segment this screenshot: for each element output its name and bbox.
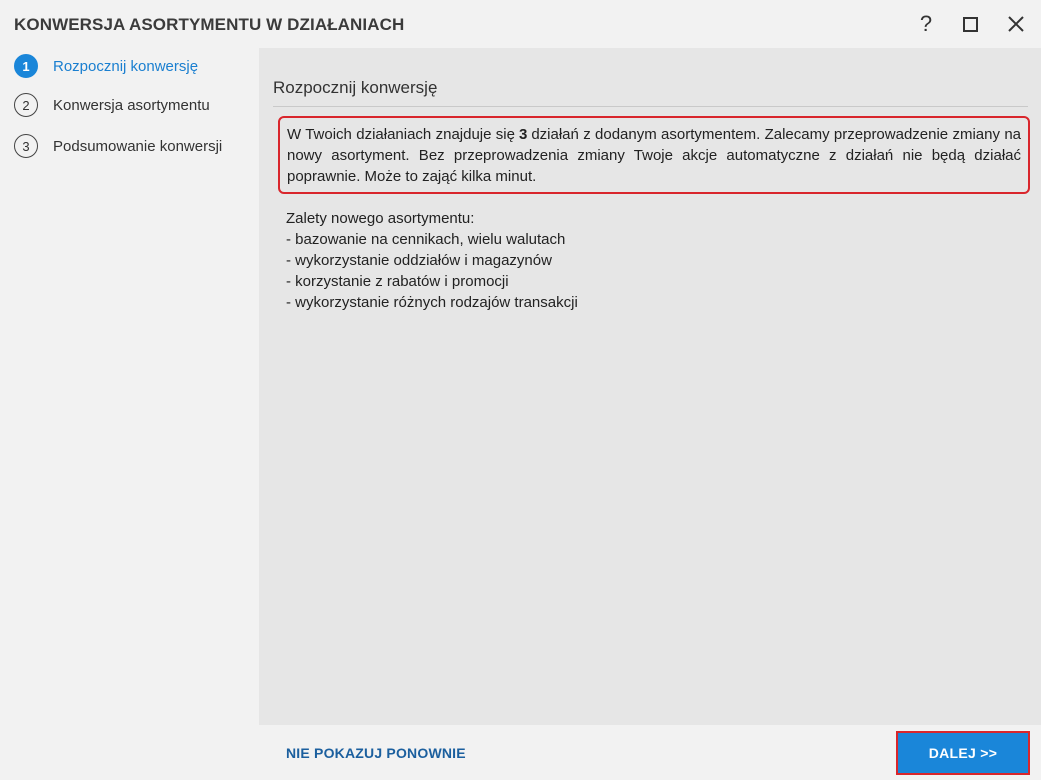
wizard-steps: 1 Rozpocznij konwersję 2 Konwersja asort…	[0, 48, 259, 728]
content-panel: Rozpocznij konwersję W Twoich działaniac…	[259, 48, 1041, 725]
step-number-badge: 1	[14, 54, 38, 78]
step-label: Konwersja asortymentu	[53, 96, 210, 114]
conversion-notice: W Twoich działaniach znajduje się 3 działa…	[278, 116, 1030, 194]
step-start-conversion[interactable]: 1 Rozpocznij konwersję	[14, 53, 198, 79]
dont-show-again-link[interactable]: NIE POKAZUJ PONOWNIE	[286, 745, 466, 761]
step-label: Podsumowanie konwersji	[53, 137, 223, 155]
help-icon: ?	[919, 11, 933, 36]
close-button[interactable]	[1004, 12, 1028, 36]
benefits-list: bazowanie na cennikach, wielu walutach w…	[286, 229, 578, 313]
next-button[interactable]: DALEJ >>	[898, 733, 1028, 773]
maximize-button[interactable]	[958, 12, 982, 36]
dialog-footer: NIE POKAZUJ PONOWNIE DALEJ >>	[259, 725, 1041, 780]
window-title: KONWERSJA ASORTYMENTU W DZIAŁANIACH	[14, 15, 405, 34]
step-assortment-conversion[interactable]: 2 Konwersja asortymentu	[14, 92, 210, 118]
step-number-badge: 2	[14, 93, 38, 117]
list-item: bazowanie na cennikach, wielu walutach	[286, 229, 578, 250]
benefits-title: Zalety nowego asortymentu:	[286, 210, 475, 227]
section-title: Rozpocznij konwersję	[273, 78, 438, 97]
list-item: korzystanie z rabatów i promocji	[286, 271, 578, 292]
notice-text-start: W Twoich działaniach znajduje się	[287, 126, 515, 143]
help-button[interactable]: ?	[914, 11, 938, 36]
step-number-badge: 3	[14, 134, 38, 158]
section-divider	[273, 106, 1028, 107]
benefits-section: Zalety nowego asortymentu: bazowanie na …	[286, 208, 578, 313]
step-conversion-summary[interactable]: 3 Podsumowanie konwersji	[14, 133, 222, 159]
list-item: wykorzystanie oddziałów i magazynów	[286, 250, 578, 271]
list-item: wykorzystanie różnych rodzajów transakcj…	[286, 292, 578, 313]
step-label: Rozpocznij konwersję	[53, 57, 199, 75]
maximize-icon	[962, 16, 978, 32]
close-icon	[1008, 16, 1024, 32]
title-bar: KONWERSJA ASORTYMENTU W DZIAŁANIACH ?	[0, 0, 1041, 48]
activity-count: 3	[518, 126, 528, 143]
